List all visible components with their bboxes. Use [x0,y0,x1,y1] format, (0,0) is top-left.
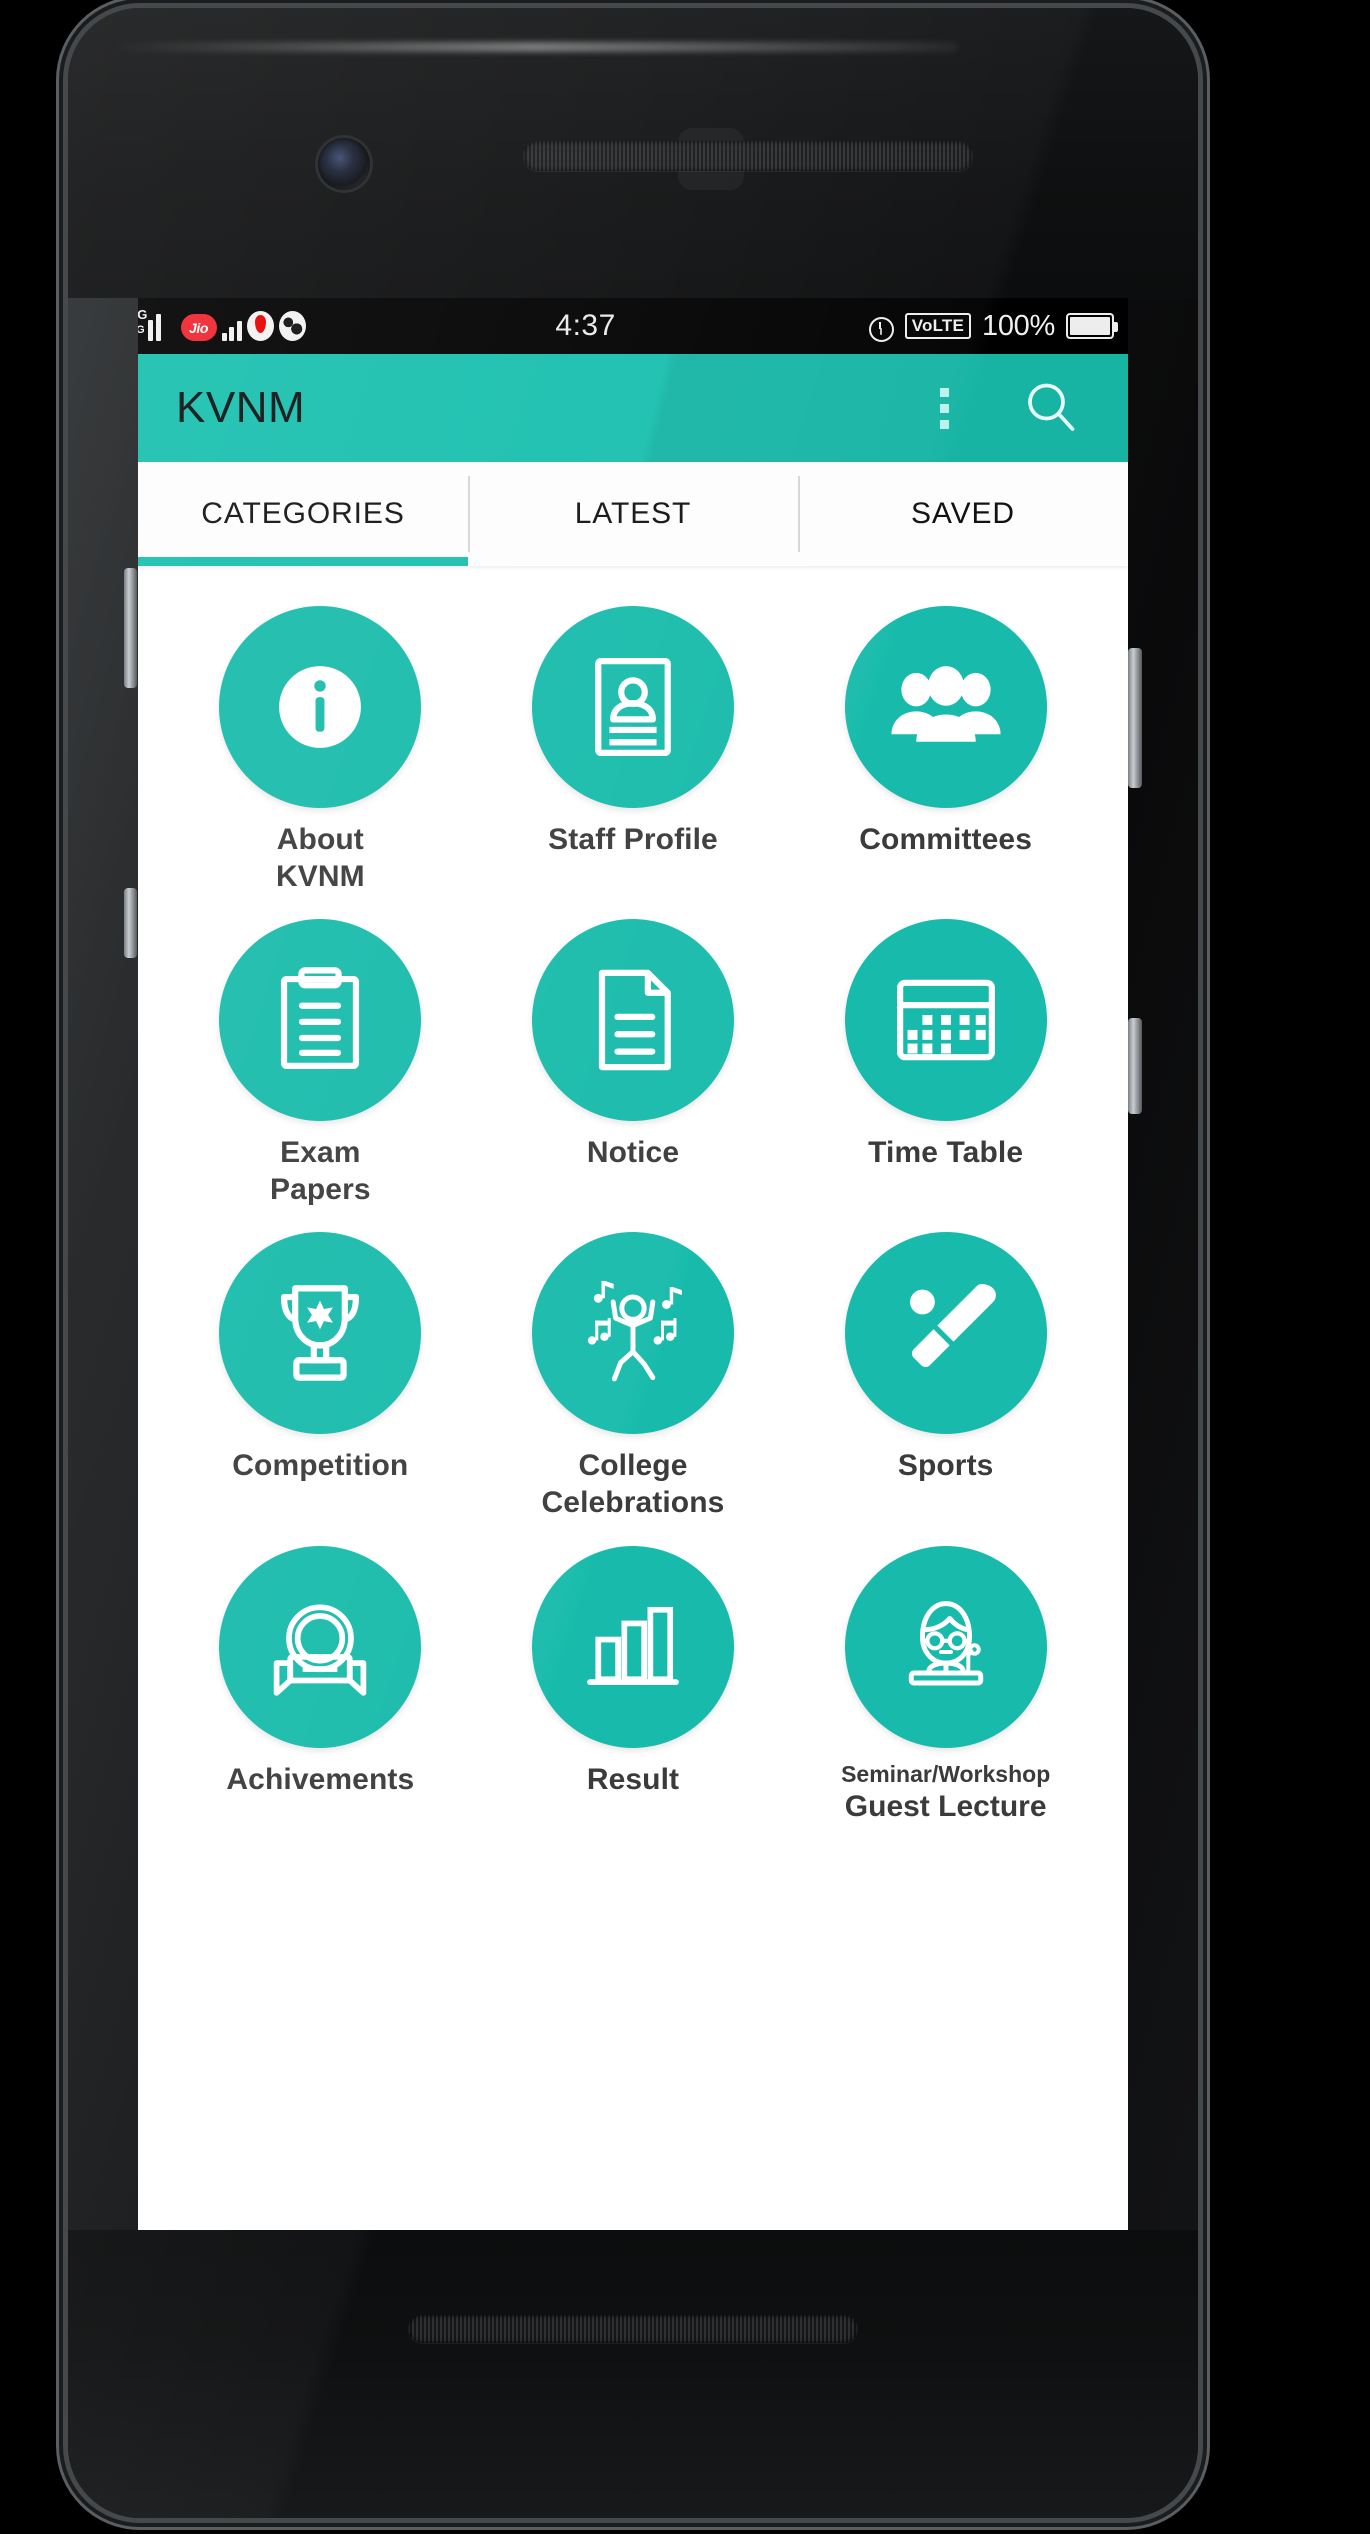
category-item-notice[interactable]: Notice [477,919,790,1208]
status-bar: 4G 4G Jio 4:37 VoLTE 100% [138,298,1128,354]
category-item-staff-profile[interactable]: Staff Profile [477,606,790,895]
category-item-about-kvnm[interactable]: About KVNM [164,606,477,895]
globe-icon [278,311,306,341]
status-bar-clock: 4:37 [555,309,616,342]
signal-bars-icon-secondary [221,311,242,341]
category-label: About KVNM [275,823,365,893]
category-item-time-table[interactable]: Time Table [789,919,1102,1208]
category-item-guest-lecture[interactable]: Seminar/Workshop Guest Lecture [789,1545,1102,1825]
left-side-button-upper[interactable] [124,568,137,688]
network-type-label-secondary: 4G [138,324,145,336]
category-label: Staff Profile [548,823,718,856]
category-item-college-celebrations[interactable]: College Celebrations [477,1232,790,1521]
info-icon [279,666,362,748]
alarm-clock-icon [866,312,894,342]
tab-saved[interactable]: SAVED [798,462,1128,566]
category-item-committees[interactable]: Committees [789,606,1102,895]
category-label-guest-lecture: Guest Lecture [844,1789,1047,1823]
category-label: Result [586,1762,680,1796]
overflow-menu-button[interactable] [914,373,974,443]
category-icon-bubble [844,1232,1047,1435]
vodafone-logo-icon [246,311,274,341]
category-icon-bubble [219,1232,422,1435]
network-type-label: 4G [138,307,148,322]
document-icon [598,969,671,1071]
jio-logo-icon: Jio [180,314,217,341]
search-button[interactable] [1008,365,1094,451]
tab-label: SAVED [911,497,1015,530]
front-camera-icon [318,138,370,190]
clipboard-icon [281,967,360,1070]
status-bar-left: 4G 4G Jio [138,308,306,341]
category-label: Achivements [226,1762,415,1796]
bottom-speaker-grille [408,2315,858,2343]
status-bar-right: VoLTE 100% [866,309,1118,343]
category-label: Committees [859,823,1033,856]
power-button[interactable] [1128,648,1142,788]
category-label: Exam Papers [269,1136,371,1206]
category-item-competition[interactable]: Competition [164,1232,477,1521]
category-icon-bubble [844,606,1047,808]
category-label: College Celebrations [541,1449,725,1519]
left-side-button-lower[interactable] [124,888,137,958]
category-icon-bubble [219,919,422,1122]
category-icon-bubble [219,1545,422,1748]
category-icon-bubble [531,606,734,808]
category-icon-bubble [219,606,422,808]
search-icon [1028,383,1075,431]
speaker-podium-icon [908,1600,983,1686]
tab-label: LATEST [574,497,692,530]
tab-bar: CATEGORIES LATEST SAVED [138,462,1128,566]
calendar-icon [896,979,995,1061]
earpiece-speaker [523,141,973,171]
category-label: Competition [232,1449,409,1483]
tab-categories[interactable]: CATEGORIES [138,462,468,566]
cricket-bat-ball-icon [909,1284,996,1368]
category-icon-bubble [531,919,734,1122]
medal-ribbon-icon [274,1604,367,1696]
battery-icon [1066,313,1118,339]
phone-mockup: 4G 4G Jio 4:37 VoLTE 100% [0,0,1370,2534]
category-label: Notice [586,1136,680,1170]
dot-icon [939,387,949,397]
phone-body: 4G 4G Jio 4:37 VoLTE 100% [68,8,1198,2518]
battery-percent-label: 100% [982,309,1055,342]
id-card-icon [595,658,671,756]
category-item-sports[interactable]: Sports [789,1232,1102,1521]
category-grid: About KVNM Staff Profile Committees Exam… [138,566,1128,1825]
category-label: Time Table [868,1136,1024,1170]
bar-chart-icon [587,1606,679,1685]
page-title: KVNM [176,383,306,432]
app-bar: KVNM [138,354,1128,462]
category-icon-bubble [531,1232,734,1435]
tab-label: CATEGORIES [201,497,405,530]
category-icon-bubble [844,919,1047,1122]
people-group-icon [891,666,1001,742]
dot-icon [939,419,949,429]
dot-icon [939,403,949,413]
category-icon-bubble [844,1545,1047,1748]
category-item-result[interactable]: Result [477,1545,790,1825]
category-label: Sports [897,1449,994,1483]
tab-latest[interactable]: LATEST [468,462,798,566]
dancing-person-icon [587,1281,682,1382]
volte-badge: VoLTE [904,313,972,339]
signal-bars-icon: 4G 4G [138,308,176,341]
status-bar-center: 4:37 [306,309,866,343]
volume-button[interactable] [1128,1018,1142,1114]
category-label-seminar: Seminar/Workshop [841,1760,1051,1787]
trophy-icon [281,1285,360,1382]
phone-top-bezel [68,8,1198,298]
category-icon-bubble [531,1545,734,1748]
category-item-achievements[interactable]: Achivements [164,1545,477,1825]
phone-screen: 4G 4G Jio 4:37 VoLTE 100% [138,298,1128,2230]
phone-bottom-bezel [68,2230,1198,2518]
category-item-exam-papers[interactable]: Exam Papers [164,919,477,1208]
